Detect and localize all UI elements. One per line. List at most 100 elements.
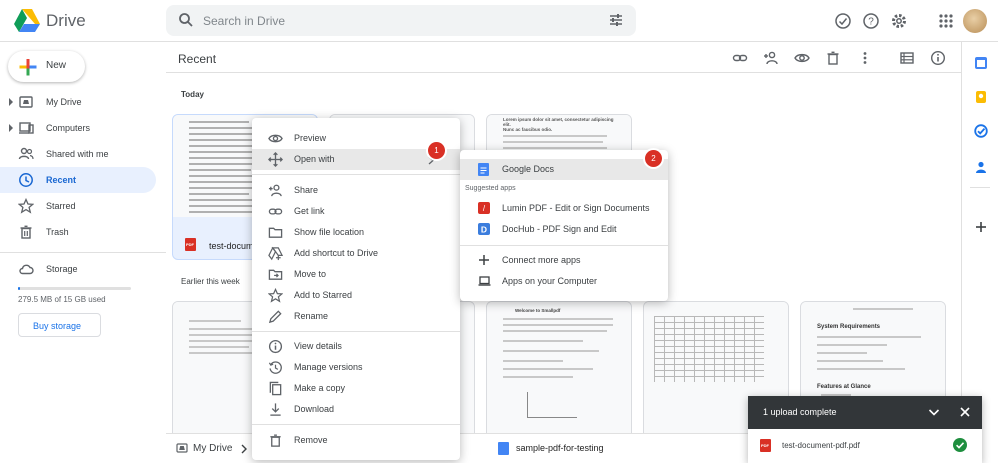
submenu-item-label: DocHub - PDF Sign and Edit <box>502 224 617 234</box>
submenu-item-dochub[interactable]: D DocHub - PDF Sign and Edit <box>460 219 668 240</box>
laptop-icon <box>478 276 491 286</box>
move-arrows-icon <box>268 152 283 167</box>
sidebar-item-recent[interactable]: Recent <box>0 167 156 193</box>
info-icon[interactable] <box>930 50 946 66</box>
menu-item-show-file-location[interactable]: Show file location <box>252 222 460 243</box>
trash-icon <box>20 225 32 239</box>
open-with-submenu: Google Docs Suggested apps / Lumin PDF -… <box>460 150 668 301</box>
lumin-pdf-icon: / <box>478 202 490 214</box>
offline-status-icon[interactable] <box>834 12 852 30</box>
thumbnail-title: System Requirements <box>817 324 881 330</box>
submenu-item-google-docs[interactable]: Google Docs <box>460 159 668 180</box>
toast-header: 1 upload complete <box>748 396 982 429</box>
sidebar-item-my-drive[interactable]: My Drive <box>0 89 156 115</box>
star-icon <box>268 288 283 303</box>
app-name: Drive <box>46 11 86 30</box>
settings-gear-icon[interactable] <box>890 12 908 30</box>
add-person-icon <box>268 184 282 197</box>
add-person-icon[interactable] <box>763 50 779 66</box>
thumbnail-title: Welcome to Smallpdf <box>515 308 561 313</box>
menu-item-move-to[interactable]: Move to <box>252 264 460 285</box>
calendar-icon[interactable] <box>974 56 988 70</box>
collapse-chevron-icon[interactable] <box>928 408 940 417</box>
sidebar-item-computers[interactable]: Computers <box>0 115 156 141</box>
add-addon-plus-icon[interactable] <box>974 220 988 234</box>
menu-item-add-to-starred[interactable]: Add to Starred <box>252 285 460 306</box>
menu-divider <box>252 174 460 175</box>
link-icon <box>268 208 283 215</box>
plus-icon <box>479 255 489 265</box>
menu-item-rename[interactable]: Rename <box>252 306 460 327</box>
trash-icon[interactable] <box>825 50 841 66</box>
history-icon <box>268 361 282 374</box>
file-thumbnail: Welcome to Smallpdf <box>487 302 631 438</box>
google-docs-icon <box>478 163 489 176</box>
drive-logo[interactable] <box>14 8 40 32</box>
my-drive-icon <box>19 96 33 108</box>
contacts-icon[interactable] <box>974 160 988 174</box>
more-vertical-icon[interactable] <box>857 50 873 66</box>
list-view-icon[interactable] <box>899 50 915 66</box>
menu-item-get-link[interactable]: Get link <box>252 201 460 222</box>
step-badge-2: 2 <box>645 150 662 167</box>
menu-item-view-details[interactable]: View details <box>252 336 460 357</box>
sidebar-item-label: Computers <box>46 123 91 133</box>
svg-text:?: ? <box>868 17 874 28</box>
section-today: Today <box>181 90 204 99</box>
menu-item-label: Open with <box>294 154 335 164</box>
sidebar-item-label: Recent <box>46 175 77 185</box>
search-options-icon[interactable] <box>608 12 624 28</box>
page-title: Recent <box>178 52 217 66</box>
search-icon[interactable] <box>178 12 194 28</box>
submenu-item-apps-on-computer[interactable]: Apps on your Computer <box>460 271 668 292</box>
sidebar-item-label: My Drive <box>46 97 82 107</box>
storage-label[interactable]: Storage <box>46 264 78 274</box>
link-icon[interactable] <box>732 50 748 66</box>
help-icon[interactable]: ? <box>862 12 880 30</box>
preview-eye-icon[interactable] <box>794 50 810 66</box>
file-card-sample-pdf[interactable]: Welcome to Smallpdf <box>486 301 632 439</box>
top-bar: Drive Search in Drive ? <box>0 0 998 42</box>
submenu-item-connect-more-apps[interactable]: Connect more apps <box>460 250 668 271</box>
thumbnail-title: Lorem ipsum dolor sit amet, consectetur … <box>503 117 614 133</box>
toast-title: 1 upload complete <box>763 407 837 417</box>
people-icon <box>18 147 34 160</box>
storage-used-text: 279.5 MB of 15 GB used <box>18 295 106 304</box>
menu-item-label: Download <box>294 404 335 414</box>
menu-item-add-shortcut[interactable]: Add shortcut to Drive <box>252 243 460 264</box>
storage-meter <box>18 287 131 290</box>
expand-arrow-icon[interactable] <box>9 98 13 106</box>
new-button[interactable]: New <box>8 51 85 82</box>
close-icon[interactable] <box>959 406 971 418</box>
sidebar-item-shared-with-me[interactable]: Shared with me <box>0 141 156 167</box>
search-bar[interactable]: Search in Drive <box>166 5 636 36</box>
submenu-item-lumin-pdf[interactable]: / Lumin PDF - Edit or Sign Documents <box>460 198 668 219</box>
menu-item-label: Move to <box>294 269 327 279</box>
chevron-right-icon <box>241 444 247 454</box>
suggested-apps-heading: Suggested apps <box>465 185 516 192</box>
menu-item-remove[interactable]: Remove <box>252 430 460 451</box>
apps-grid-icon[interactable] <box>937 12 955 30</box>
buy-storage-button[interactable]: Buy storage <box>18 313 101 337</box>
menu-item-label: Get link <box>294 206 325 216</box>
thumbnail-subtitle: Features at Glance <box>817 384 871 390</box>
menu-divider <box>252 424 460 425</box>
account-avatar[interactable] <box>963 9 987 33</box>
menu-item-make-a-copy[interactable]: Make a copy <box>252 378 460 399</box>
tasks-icon[interactable] <box>974 124 988 138</box>
search-input[interactable]: Search in Drive <box>203 14 285 28</box>
add-shortcut-icon <box>268 246 283 261</box>
submenu-item-label: Connect more apps <box>502 255 581 265</box>
menu-item-manage-versions[interactable]: Manage versions <box>252 357 460 378</box>
menu-item-share[interactable]: Share <box>252 180 460 201</box>
pdf-file-icon: PDF <box>760 439 771 452</box>
breadcrumb-my-drive[interactable]: My Drive <box>193 443 232 454</box>
sidebar-item-trash[interactable]: Trash <box>0 219 156 245</box>
keep-icon[interactable] <box>974 90 988 104</box>
expand-arrow-icon[interactable] <box>9 124 13 132</box>
submenu-item-label: Google Docs <box>502 164 555 174</box>
upload-toast: 1 upload complete PDF test-document-pdf.… <box>748 396 982 463</box>
dochub-icon: D <box>478 223 490 235</box>
menu-item-download[interactable]: Download <box>252 399 460 420</box>
sidebar-item-starred[interactable]: Starred <box>0 193 156 219</box>
